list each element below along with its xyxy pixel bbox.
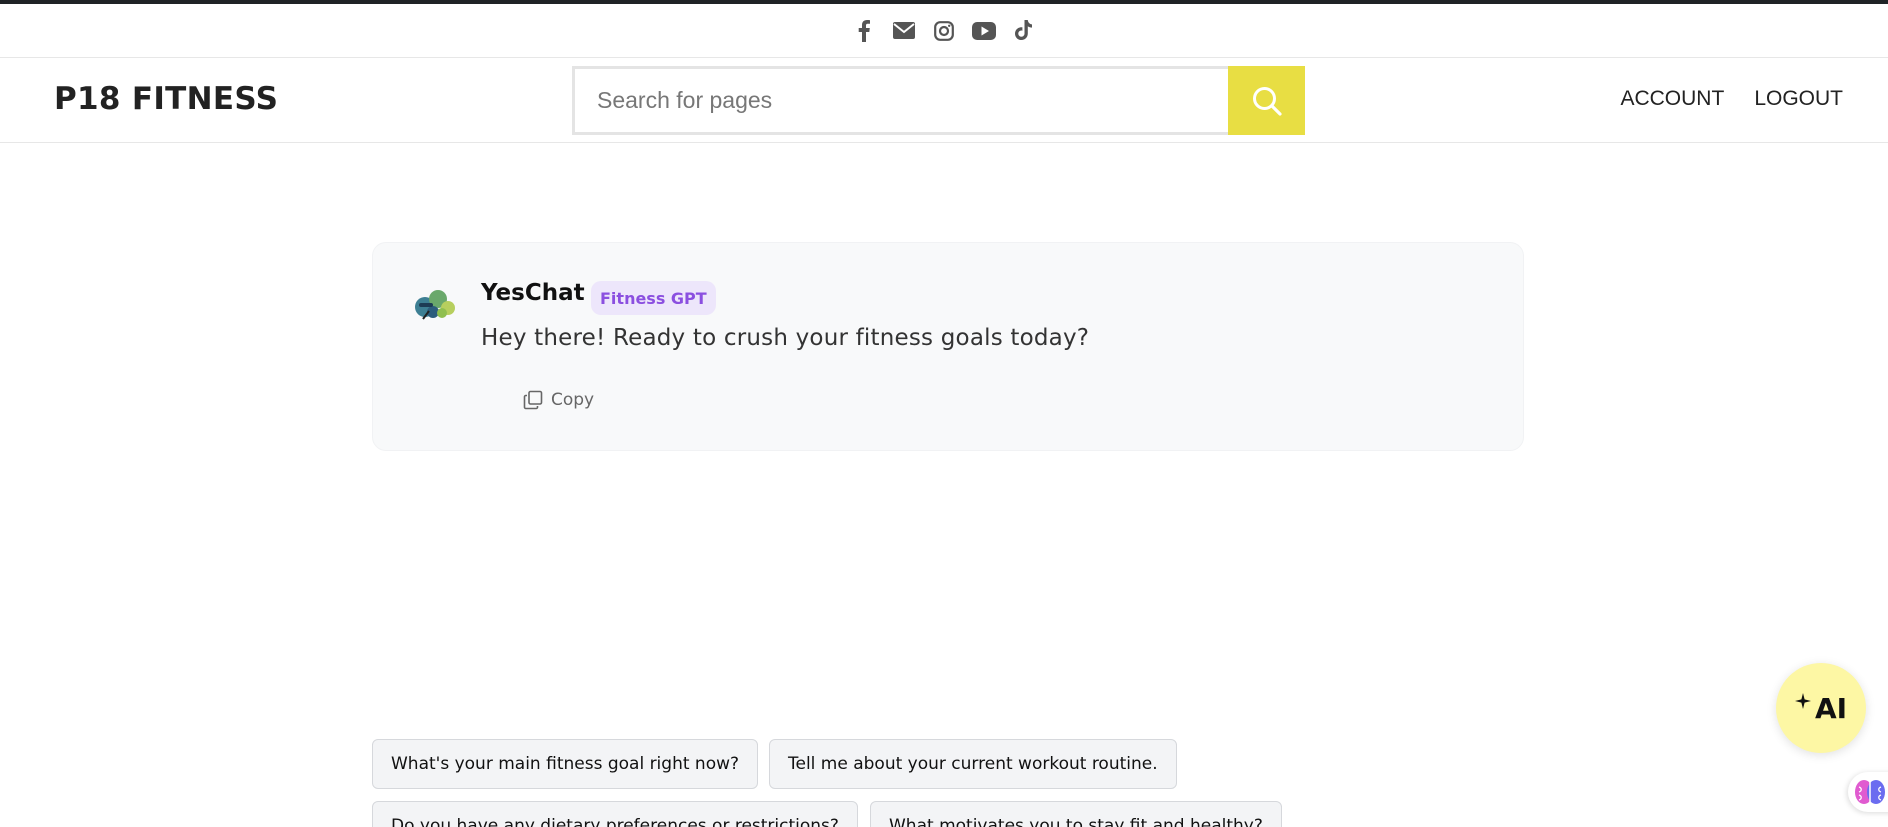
suggestion-chip[interactable]: What motivates you to stay fit and healt…: [870, 801, 1282, 827]
account-link[interactable]: ACCOUNT: [1620, 87, 1724, 111]
site-logo[interactable]: P18 FITNESS: [54, 81, 278, 117]
search-button[interactable]: [1228, 66, 1305, 135]
brain-icon: [1855, 780, 1885, 804]
site-header: P18 FITNESS ACCOUNT LOGOUT: [0, 59, 1888, 143]
youtube-icon[interactable]: [972, 19, 996, 43]
tiktok-icon[interactable]: [1012, 19, 1036, 43]
copy-label: Copy: [551, 390, 595, 410]
suggestion-chip[interactable]: What's your main fitness goal right now?: [372, 739, 759, 789]
search-input[interactable]: [572, 66, 1228, 135]
copy-button[interactable]: Copy: [523, 385, 594, 415]
bot-avatar: [411, 283, 459, 323]
suggestion-chip[interactable]: Tell me about your current workout routi…: [769, 739, 1177, 789]
logout-link[interactable]: LOGOUT: [1754, 87, 1843, 111]
suggestion-chip[interactable]: Do you have any dietary preferences or r…: [372, 801, 858, 827]
bot-message-text: Hey there! Ready to crush your fitness g…: [481, 325, 1090, 351]
search-bar: [572, 66, 1305, 135]
ai-label: AI: [1814, 691, 1848, 725]
ai-assistant-button[interactable]: AI: [1776, 663, 1866, 753]
header-nav: ACCOUNT LOGOUT: [1620, 87, 1843, 111]
chat-message-card: YesChat Fitness GPT Hey there! Ready to …: [372, 242, 1524, 451]
brain-widget-button[interactable]: [1848, 772, 1888, 812]
bot-tag-badge: Fitness GPT: [591, 281, 716, 315]
email-icon[interactable]: [892, 19, 916, 43]
facebook-icon[interactable]: [852, 19, 876, 43]
instagram-icon[interactable]: [932, 19, 956, 43]
sparkle-icon: [1794, 693, 1811, 709]
social-bar: [0, 4, 1888, 58]
search-icon: [1252, 86, 1282, 116]
bot-name: YesChat: [481, 280, 585, 306]
copy-icon: [523, 390, 543, 410]
